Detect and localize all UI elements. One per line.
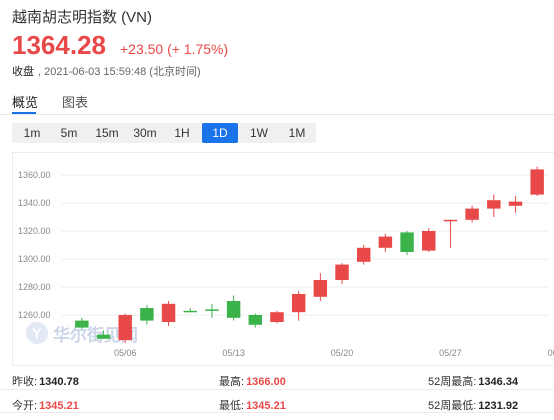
candle-body — [248, 315, 263, 325]
stat-open: 今开: 1345.21 — [12, 397, 79, 413]
svg-text:Y: Y — [32, 325, 42, 341]
stat-label: 52周最低: — [428, 400, 477, 412]
candle-body — [161, 303, 176, 322]
y-tick-label: 1320.00 — [18, 226, 51, 236]
stats-divider — [0, 389, 554, 390]
stat-label: 最高: — [219, 376, 245, 388]
candle-up — [356, 245, 371, 265]
stat-value: 1231.92 — [478, 400, 519, 412]
y-tick-label: 1280.00 — [18, 282, 51, 292]
candle-up — [465, 205, 479, 223]
candle-up — [487, 194, 501, 217]
candle-up — [118, 313, 132, 343]
candle-up — [378, 233, 393, 252]
y-tick-label: 1260.00 — [18, 310, 51, 320]
candle-down — [226, 295, 241, 321]
y-tick-label: 1340.00 — [18, 198, 51, 208]
y-tick-label: 1360.00 — [18, 170, 51, 180]
stat-low: 最低: 1345.21 — [219, 397, 286, 413]
stat-value: 1345.21 — [39, 400, 79, 412]
candle-body — [422, 231, 436, 251]
candle-body — [508, 201, 523, 206]
candle-body — [465, 208, 479, 220]
period-1h-button[interactable]: 1H — [164, 123, 200, 143]
stat-value: 1340.78 — [39, 376, 79, 388]
stat-label: 昨收: — [12, 376, 38, 388]
candle-up — [161, 301, 176, 327]
stat-label: 今开: — [12, 400, 38, 412]
period-1w-button[interactable]: 1W — [241, 123, 277, 143]
candle-down — [205, 303, 219, 318]
stat-52w-high: 52周最高: 1346.34 — [428, 373, 518, 389]
candle-body — [356, 247, 371, 262]
candle-body — [205, 309, 219, 311]
period-selector: 1m 5m 15m 30m 1H 1D 1W 1M — [12, 123, 316, 143]
x-tick-label: 05/27 — [439, 348, 462, 358]
x-tick-label: 05/20 — [331, 348, 354, 358]
candle-down — [183, 308, 197, 313]
index-title: 越南胡志明指数 (VN) — [12, 9, 152, 26]
candle-up — [508, 196, 523, 213]
stat-label: 52周最高: — [428, 376, 477, 388]
candle-body — [140, 308, 154, 321]
period-30m-button[interactable]: 30m — [127, 123, 163, 143]
candle-body — [487, 200, 501, 209]
stat-high: 最高: 1366.00 — [219, 373, 286, 389]
candle-body — [313, 280, 328, 297]
chart-canvas: 1260.00 1280.00 1300.00 1320.00 1340.00 1360.… — [18, 166, 554, 358]
candlestick-chart[interactable]: 1260.00 1280.00 1300.00 1320.00 1340.00 1360.… — [12, 152, 554, 366]
x-tick-label: 05/13 — [222, 348, 245, 358]
candle-up — [443, 219, 458, 248]
candle-body — [443, 219, 458, 222]
candle-down — [140, 305, 154, 325]
candle-down — [75, 317, 89, 329]
price-row: 1364.28 +23.50 (+ 1.75%) — [12, 30, 228, 61]
candle-body — [291, 294, 306, 313]
active-tab-indicator — [12, 112, 36, 114]
candle-body — [96, 334, 111, 339]
stat-prev-close: 昨收: 1340.78 — [12, 373, 79, 389]
stat-value: 1346.34 — [478, 376, 519, 388]
candle-body — [226, 301, 241, 318]
candle-up — [335, 263, 349, 285]
candle-body — [118, 315, 132, 341]
candle-body — [530, 169, 544, 195]
stat-value: 1366.00 — [246, 376, 286, 388]
candle-up — [422, 228, 436, 252]
price-change: +23.50 (+ 1.75%) — [119, 41, 229, 57]
stat-52w-low: 52周最低: 1231.92 — [428, 397, 518, 413]
candle-up — [291, 291, 306, 321]
tab-chart[interactable]: 图表 — [62, 92, 88, 111]
stat-label: 最低: — [219, 400, 245, 412]
candle-body — [75, 320, 89, 328]
status-label: 收盘 — [12, 66, 34, 78]
candle-down — [400, 231, 414, 255]
candle-up — [313, 273, 328, 301]
period-1d-button[interactable]: 1D — [202, 123, 238, 143]
status-timestamp: , 2021-06-03 15:59:48 (北京时间) — [38, 66, 201, 78]
candle-body — [183, 310, 197, 313]
candle-up — [270, 310, 284, 324]
tab-overview[interactable]: 概览 — [12, 92, 38, 111]
candle-body — [335, 264, 349, 280]
current-price: 1364.28 — [12, 30, 106, 60]
candle-body — [400, 232, 414, 252]
stat-value: 1345.21 — [246, 400, 286, 412]
period-5m-button[interactable]: 5m — [51, 123, 87, 143]
candle-up — [530, 166, 544, 196]
x-tick-label: 05/06 — [114, 348, 137, 358]
period-15m-button[interactable]: 15m — [89, 123, 125, 143]
tab-bar: 概览 图表 — [0, 90, 554, 115]
period-1m-month-button[interactable]: 1M — [279, 123, 315, 143]
candle-down — [248, 313, 263, 328]
candle-body — [378, 236, 393, 248]
y-tick-label: 1300.00 — [18, 254, 51, 264]
market-status: 收盘 , 2021-06-03 15:59:48 (北京时间) — [12, 63, 201, 79]
x-tick-label: 06/03 — [548, 348, 554, 358]
period-1m-button[interactable]: 1m — [14, 123, 50, 143]
candle-body — [270, 312, 284, 322]
